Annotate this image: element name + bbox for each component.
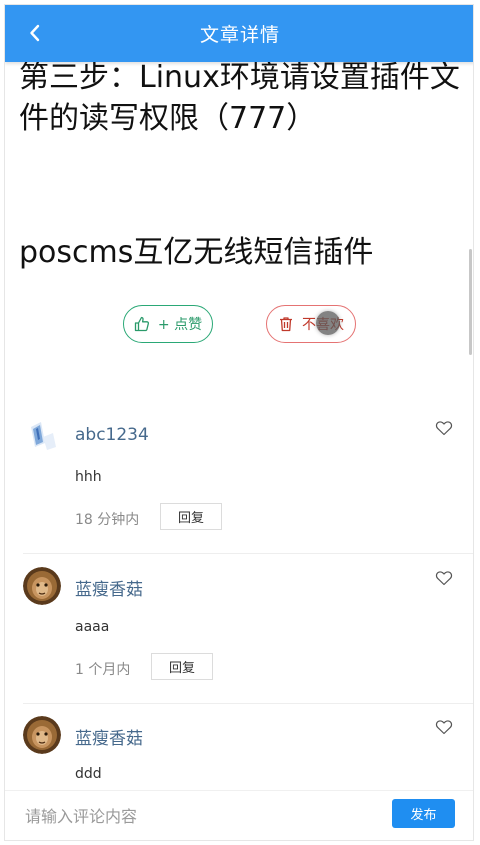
publish-button[interactable]: 发布 bbox=[392, 799, 455, 828]
comment-username[interactable]: 蓝瘦香菇 bbox=[75, 575, 143, 600]
article-heading: 第三步：Linux环境请设置插件文件的读写权限（777） bbox=[19, 60, 460, 136]
thumbs-up-icon bbox=[134, 316, 149, 332]
lion-avatar-icon bbox=[23, 567, 61, 605]
comment-text: ddd bbox=[75, 766, 102, 782]
reply-button[interactable]: 回复 bbox=[160, 503, 222, 530]
article-scroll-area[interactable]: 第三步：Linux环境请设置插件文件的读写权限（777） poscms互亿无线短… bbox=[5, 5, 473, 840]
reply-button[interactable]: 回复 bbox=[151, 653, 213, 680]
comment-item: 蓝瘦香菇 ddd bbox=[23, 716, 473, 796]
comment-bar: 发布 bbox=[5, 790, 473, 840]
placeholder-avatar-icon bbox=[23, 417, 61, 455]
divider bbox=[23, 553, 473, 554]
app-frame: 第三步：Linux环境请设置插件文件的读写权限（777） poscms互亿无线短… bbox=[4, 4, 474, 841]
like-label: + 点赞 bbox=[157, 317, 203, 333]
avatar[interactable] bbox=[23, 417, 61, 455]
touch-indicator bbox=[316, 311, 340, 335]
comment-input[interactable] bbox=[25, 801, 365, 831]
divider bbox=[23, 703, 473, 704]
comment-time: 18 分钟内 bbox=[75, 512, 140, 528]
page-title: 文章详情 bbox=[199, 24, 280, 46]
comment-item: 蓝瘦香菇 aaaa 1 个月内 回复 bbox=[23, 567, 473, 697]
scrollbar[interactable] bbox=[469, 249, 472, 355]
article-subheading: poscms互亿无线短信插件 bbox=[19, 235, 374, 270]
heart-icon[interactable] bbox=[435, 718, 453, 736]
comment-text: hhh bbox=[75, 469, 102, 485]
comment-text: aaaa bbox=[75, 619, 110, 635]
chevron-left-icon bbox=[30, 24, 40, 42]
avatar[interactable] bbox=[23, 716, 61, 754]
comment-item: abc1234 hhh 18 分钟内 回复 bbox=[23, 417, 473, 547]
back-button[interactable] bbox=[23, 21, 47, 45]
comment-username[interactable]: abc1234 bbox=[75, 425, 149, 445]
dislike-button[interactable]: 不喜欢 bbox=[266, 305, 356, 343]
like-button[interactable]: + 点赞 bbox=[123, 305, 213, 343]
comment-username[interactable]: 蓝瘦香菇 bbox=[75, 724, 143, 749]
heart-icon[interactable] bbox=[435, 569, 453, 587]
trash-icon bbox=[280, 317, 292, 332]
lion-avatar-icon bbox=[23, 716, 61, 754]
heart-icon[interactable] bbox=[435, 419, 453, 437]
avatar[interactable] bbox=[23, 567, 61, 605]
top-navbar: 文章详情 bbox=[5, 5, 473, 62]
comment-time: 1 个月内 bbox=[75, 662, 131, 678]
